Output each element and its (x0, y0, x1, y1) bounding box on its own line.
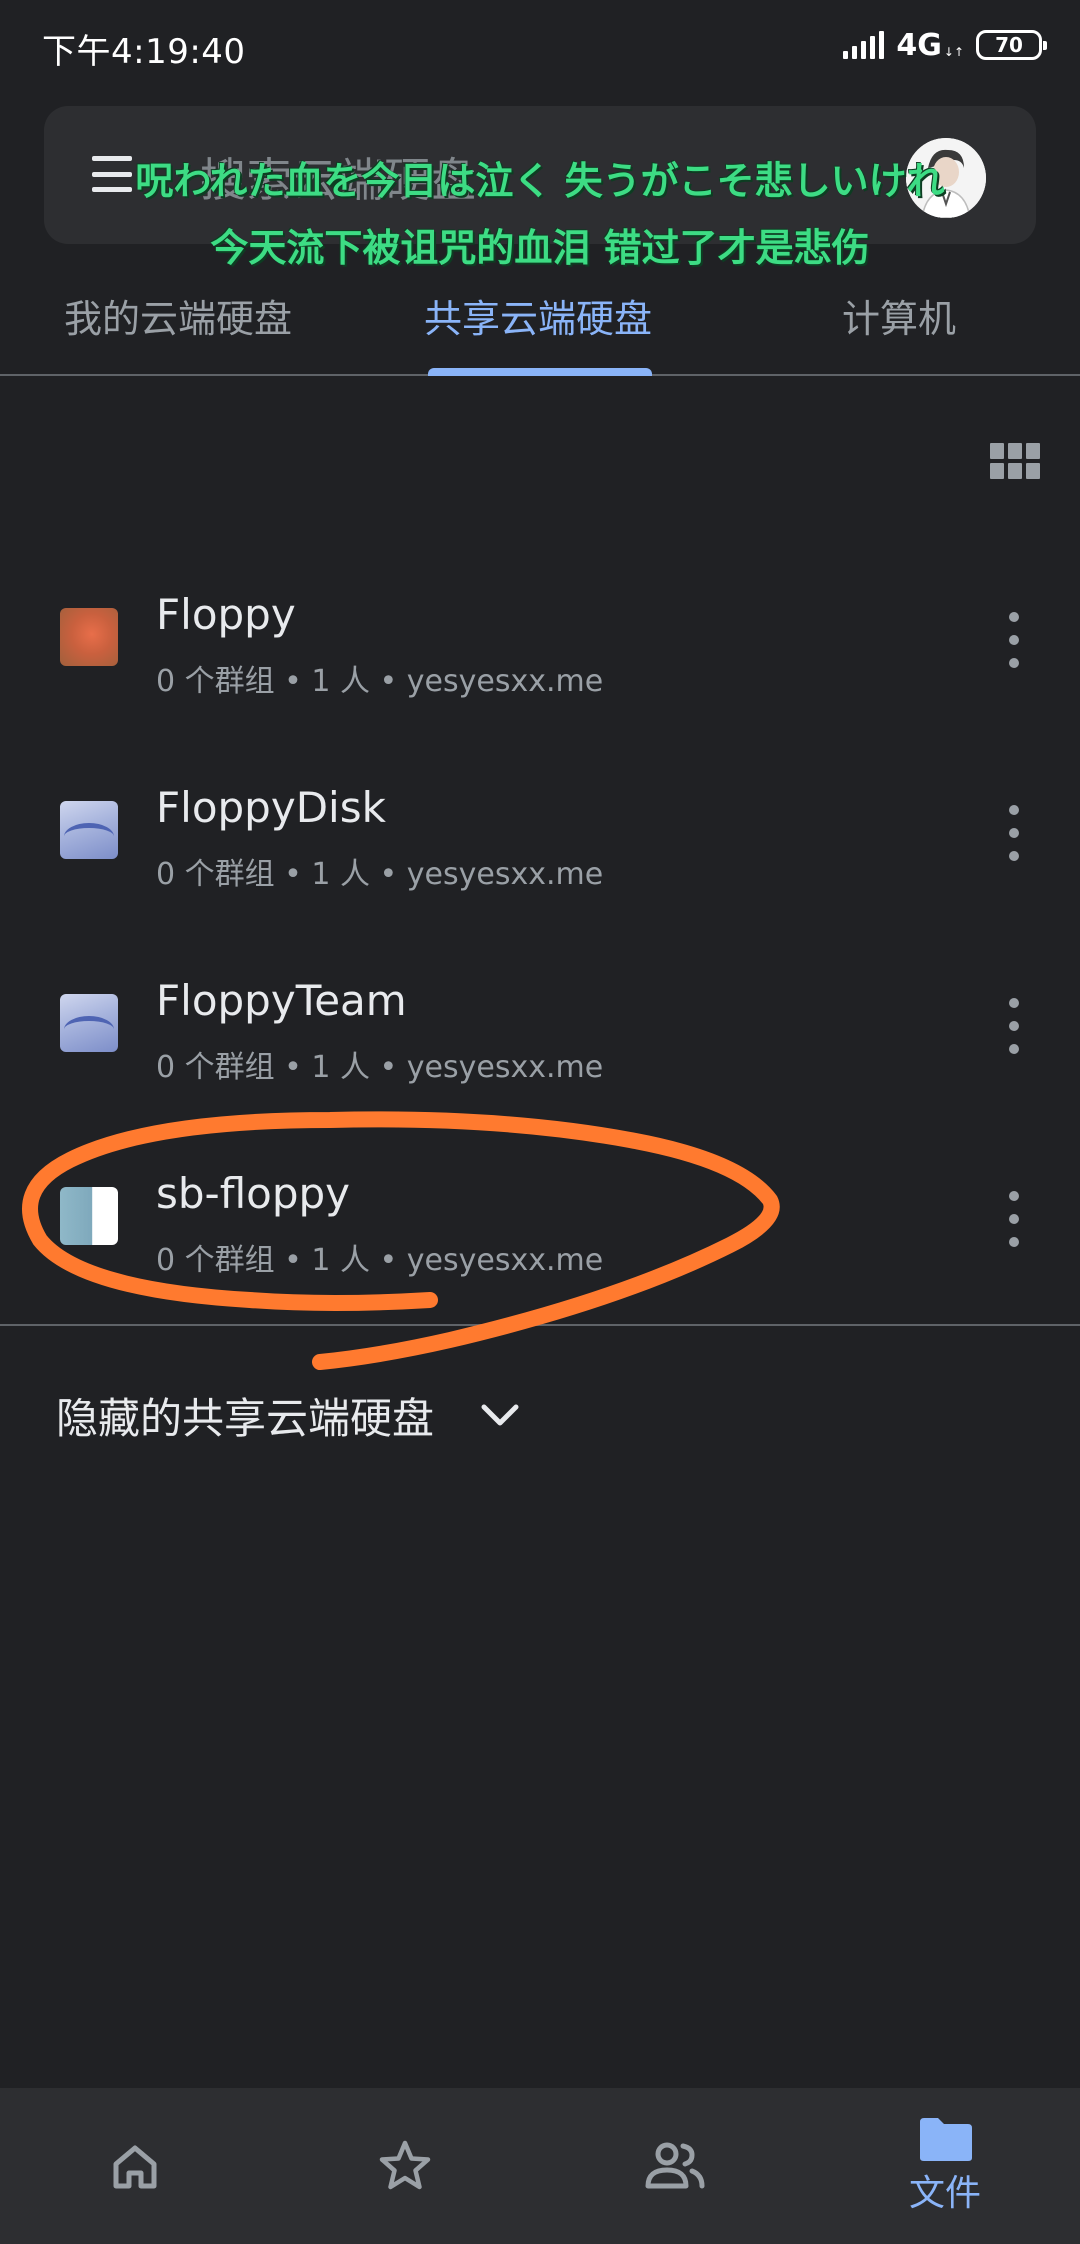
status-time: 下午4:19:40 (42, 32, 246, 72)
more-options-icon[interactable] (994, 805, 1034, 861)
hidden-shared-drives-toggle[interactable]: 隐藏的共享云端硬盘 (56, 1380, 524, 1450)
drive-thumbnail (60, 801, 118, 859)
folder-icon (920, 2118, 972, 2161)
drive-name: FloppyTeam (156, 976, 407, 1025)
chevron-down-icon (481, 1404, 519, 1426)
drive-item-sb-floppy[interactable]: sb-floppy 0 个群组 • 1 人 • yesyesxx.me (0, 1139, 1080, 1332)
drive-meta: 0 个群组 • 1 人 • yesyesxx.me (156, 664, 604, 699)
drive-name: FloppyDisk (156, 783, 386, 832)
battery-icon: 70 (976, 30, 1047, 60)
drive-meta: 0 个群组 • 1 人 • yesyesxx.me (156, 1243, 604, 1278)
drive-thumbnail (60, 608, 118, 666)
drive-item-floppydisk[interactable]: FloppyDisk 0 个群组 • 1 人 • yesyesxx.me (0, 753, 1080, 946)
subtitle-chinese: 今天流下被诅咒的血泪 错过了才是悲伤 (210, 226, 870, 270)
drive-thumbnail (60, 1187, 118, 1245)
drive-thumbnail (60, 994, 118, 1052)
nav-starred[interactable] (270, 2088, 540, 2244)
status-icons: 4G ↓↑ 70 (843, 27, 1047, 63)
drive-tabs: 我的云端硬盘 共享云端硬盘 计算机 (0, 272, 1080, 376)
tab-selected-indicator (428, 368, 652, 376)
grid-view-icon[interactable] (990, 443, 1040, 481)
nav-files[interactable]: 文件 (810, 2088, 1080, 2244)
more-options-icon[interactable] (994, 998, 1034, 1054)
home-icon (113, 2145, 157, 2189)
battery-level: 70 (995, 33, 1023, 57)
data-activity-icon: ↓↑ (943, 45, 964, 59)
subtitle-japanese: 呪われた血を今日は泣く 失うがこそ悲しいけれ (135, 159, 945, 203)
bottom-nav: 文件 (0, 2088, 1080, 2244)
nav-shared[interactable] (540, 2088, 810, 2244)
signal-icon (843, 31, 885, 59)
drive-name: sb-floppy (156, 1169, 351, 1218)
drive-name: Floppy (156, 590, 296, 639)
more-options-icon[interactable] (994, 1191, 1034, 1247)
more-options-icon[interactable] (994, 612, 1034, 668)
drive-meta: 0 个群组 • 1 人 • yesyesxx.me (156, 1050, 604, 1085)
people-icon (645, 2142, 705, 2189)
drive-item-floppy[interactable]: Floppy 0 个群组 • 1 人 • yesyesxx.me (0, 560, 1080, 753)
nav-files-label: 文件 (908, 2173, 981, 2214)
tab-computers[interactable]: 计算机 (842, 288, 956, 343)
star-icon (379, 2140, 431, 2190)
drive-item-floppyteam[interactable]: FloppyTeam 0 个群组 • 1 人 • yesyesxx.me (0, 946, 1080, 1139)
tab-shared-drives[interactable]: 共享云端硬盘 (424, 288, 652, 343)
drive-screen: 下午4:19:40 4G ↓↑ 70 搜索云端硬盘 呪われた血を今日は泣く 失う… (0, 0, 1080, 2244)
status-bar: 下午4:19:40 4G ↓↑ 70 (0, 0, 1080, 92)
tab-my-drive[interactable]: 我的云端硬盘 (64, 288, 292, 343)
nav-home[interactable] (0, 2088, 270, 2244)
network-type: 4G (896, 27, 942, 63)
list-divider (0, 1324, 1080, 1326)
shared-drive-list: Floppy 0 个群组 • 1 人 • yesyesxx.me FloppyD… (0, 560, 1080, 1332)
drive-meta: 0 个群组 • 1 人 • yesyesxx.me (156, 857, 604, 892)
hidden-shared-drives-label: 隐藏的共享云端硬盘 (56, 1393, 435, 1443)
